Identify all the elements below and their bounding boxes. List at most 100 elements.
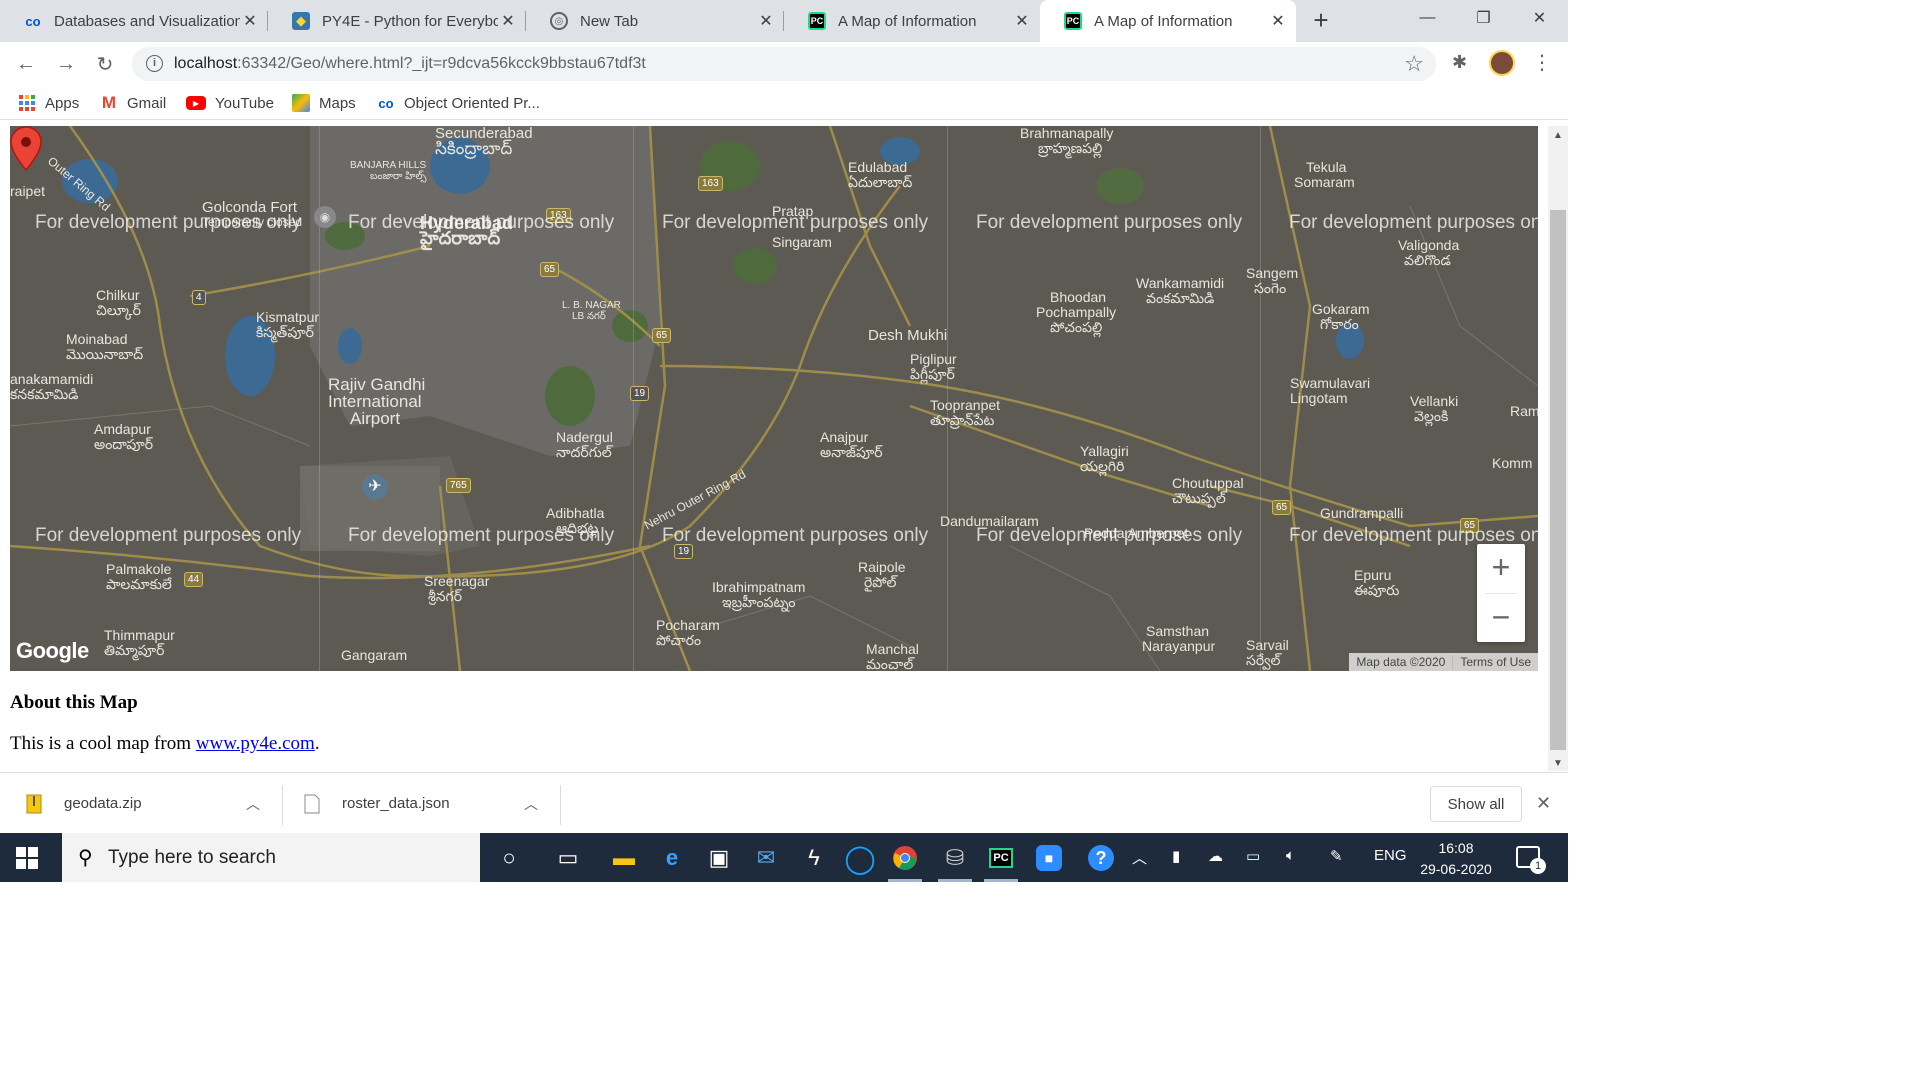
- notification-count: 1: [1530, 858, 1546, 874]
- cortana-ring-icon[interactable]: ◯: [844, 843, 875, 874]
- pycharm-icon[interactable]: PC: [986, 843, 1016, 873]
- restore-icon[interactable]: ❐: [1456, 0, 1511, 36]
- bookmark-apps[interactable]: Apps: [18, 93, 79, 113]
- terms-of-use-link[interactable]: Terms of Use: [1452, 655, 1538, 669]
- download-options[interactable]: ︿: [246, 773, 260, 834]
- windows-start-icon[interactable]: [16, 847, 38, 869]
- zoom-out-button[interactable]: −: [1477, 594, 1525, 642]
- profile-avatar[interactable]: [1489, 50, 1515, 76]
- bookmark-object-oriented[interactable]: co Object Oriented Pr...: [377, 93, 540, 113]
- scroll-down-arrow-icon[interactable]: ▼: [1553, 758, 1563, 769]
- download-options[interactable]: ︿: [524, 773, 538, 834]
- new-tab-button[interactable]: +: [1306, 6, 1336, 36]
- download-item[interactable]: geodata.zip: [26, 773, 142, 834]
- extensions-puzzle-icon[interactable]: ✱: [1452, 52, 1467, 73]
- google-logo[interactable]: Google: [16, 638, 89, 664]
- tab-title: A Map of Information: [1094, 12, 1233, 30]
- close-icon[interactable]: ✕: [1536, 793, 1551, 814]
- scrollbar-thumb[interactable]: [1550, 210, 1566, 750]
- database-icon[interactable]: ⛁: [940, 843, 970, 873]
- map-data-credit: Map data ©2020: [1356, 655, 1446, 669]
- google-map[interactable]: Secunderabad సికింద్రాబాద్ BANJARA HILLS బ…: [10, 126, 1538, 671]
- bookmark-label: Apps: [45, 94, 80, 112]
- dev-watermark: For development purposes only: [35, 525, 302, 546]
- show-all-button[interactable]: Show all: [1430, 786, 1522, 822]
- chevron-up-tray-icon[interactable]: ︿: [1132, 847, 1147, 868]
- kebab-menu-icon[interactable]: ⋮: [1532, 50, 1552, 75]
- back-arrow-icon[interactable]: ←: [12, 50, 40, 78]
- place-desh-mukhi: Desh Mukhi: [868, 327, 948, 344]
- store-bag-icon[interactable]: ▣: [704, 843, 734, 873]
- place-ram: Ram: [1510, 403, 1538, 419]
- dev-watermark: For development purposes only: [348, 525, 615, 546]
- page-scrollbar[interactable]: ▲ ▼: [1548, 126, 1568, 771]
- dev-watermark: For development purposes only: [662, 212, 929, 233]
- info-icon[interactable]: i: [146, 55, 163, 72]
- map-attribution: Map data ©2020 Terms of Use: [1349, 653, 1538, 671]
- tab-newtab[interactable]: ◎ New Tab ✕: [526, 0, 784, 42]
- python-icon: ◆: [292, 12, 310, 30]
- download-filename: roster_data.json: [342, 795, 450, 812]
- about-paragraph: This is a cool map from www.py4e.com.: [10, 733, 320, 754]
- bookmark-star-icon[interactable]: ☆: [1404, 51, 1424, 77]
- minimize-icon[interactable]: —: [1400, 0, 1455, 36]
- language-indicator[interactable]: ENG: [1374, 847, 1407, 864]
- file-explorer-icon[interactable]: ▬: [609, 843, 639, 873]
- tab-map-active[interactable]: PC A Map of Information ✕: [1040, 0, 1296, 42]
- taskbar-search[interactable]: ⚲ Type here to search: [62, 833, 480, 882]
- download-item[interactable]: roster_data.json: [304, 773, 450, 834]
- chrome-icon[interactable]: [890, 843, 920, 873]
- bookmark-label: Maps: [319, 94, 356, 112]
- lightning-app-icon[interactable]: ϟ: [799, 843, 829, 873]
- task-view-icon[interactable]: ▭: [553, 843, 583, 873]
- place-raipole: Raipole రైపోల్: [858, 559, 906, 590]
- map-marker-icon[interactable]: [10, 126, 42, 172]
- download-separator: [282, 785, 283, 825]
- bookmark-youtube[interactable]: ▶ YouTube: [186, 93, 274, 113]
- scroll-up-arrow-icon[interactable]: ▲: [1553, 130, 1563, 141]
- active-app-indicator: [888, 879, 922, 882]
- page-viewport: Secunderabad సికింద్రాబాద్ BANJARA HILLS బ…: [0, 126, 1548, 771]
- reload-icon[interactable]: ↻: [91, 50, 119, 78]
- place-anakamamidi: anakamamidi కనకమామిడి: [10, 371, 94, 402]
- close-icon[interactable]: ✕: [756, 11, 776, 31]
- road-shield: 765: [446, 478, 471, 493]
- url-text[interactable]: localhost:63342/Geo/where.html?_ijt=r9dc…: [174, 55, 646, 73]
- onedrive-cloud-icon[interactable]: ☁: [1208, 847, 1223, 865]
- tab-py4e[interactable]: ◆ PY4E - Python for Everybody ✕: [268, 0, 526, 42]
- volume-icon[interactable]: 🔈︎: [1286, 847, 1295, 864]
- mail-icon[interactable]: ✉: [751, 843, 781, 873]
- zoom-app-icon[interactable]: ■: [1034, 843, 1064, 873]
- close-icon[interactable]: ✕: [240, 11, 260, 31]
- place-gokaram: Gokaram గోకారం: [1312, 301, 1370, 332]
- browser-toolbar: ← → ↻ i localhost:63342/Geo/where.html?_…: [0, 42, 1568, 86]
- help-icon[interactable]: ?: [1086, 843, 1116, 873]
- bookmark-maps[interactable]: Maps: [292, 93, 356, 113]
- coursera-icon: co: [25, 13, 41, 29]
- road-shield: 4: [192, 290, 206, 305]
- address-bar[interactable]: i localhost:63342/Geo/where.html?_ijt=r9…: [132, 47, 1436, 81]
- py4e-link[interactable]: www.py4e.com: [196, 733, 315, 754]
- tab-databases[interactable]: co Databases and Visualization ✕: [0, 0, 268, 42]
- notification-center-icon[interactable]: 1: [1516, 846, 1546, 874]
- system-clock[interactable]: 16:08 29-06-2020: [1418, 838, 1494, 880]
- close-icon[interactable]: ✕: [1268, 11, 1288, 31]
- microphone-icon[interactable]: ▮: [1172, 847, 1180, 865]
- forward-arrow-icon[interactable]: →: [52, 50, 80, 78]
- battery-icon[interactable]: ▭: [1246, 847, 1260, 865]
- dev-watermark: For development purposes only: [1289, 212, 1538, 233]
- zoom-in-button[interactable]: +: [1477, 544, 1525, 592]
- zip-file-icon: [26, 794, 42, 813]
- edge-icon[interactable]: e: [657, 843, 687, 873]
- map-tile-border: [1260, 126, 1261, 671]
- bookmark-gmail[interactable]: M Gmail: [100, 93, 166, 113]
- cortana-circle-icon[interactable]: ○: [494, 843, 524, 873]
- close-icon[interactable]: ✕: [1012, 11, 1032, 31]
- place-komm: Komm: [1492, 455, 1533, 471]
- pen-icon[interactable]: ✎: [1330, 847, 1343, 865]
- window-close-icon[interactable]: ✕: [1512, 0, 1567, 36]
- bookmark-label: Object Oriented Pr...: [404, 94, 540, 112]
- chevron-up-icon: ︿: [524, 795, 538, 812]
- close-icon[interactable]: ✕: [498, 11, 518, 31]
- tab-map-1[interactable]: PC A Map of Information ✕: [784, 0, 1040, 42]
